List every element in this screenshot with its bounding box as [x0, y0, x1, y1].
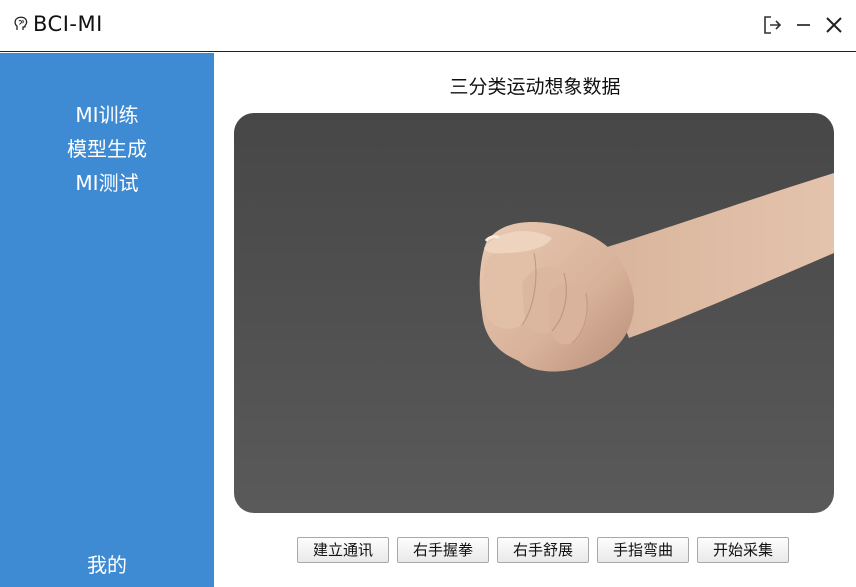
sidebar: MI训练 模型生成 MI测试 我的 — [0, 53, 214, 587]
clenched-fist-image — [479, 173, 834, 372]
app-title: BCI-MI — [33, 12, 103, 36]
logout-icon[interactable] — [760, 13, 784, 37]
brain-icon — [14, 16, 28, 30]
page-title: 三分类运动想象数据 — [449, 76, 621, 98]
sidebar-item-mine[interactable]: 我的 — [0, 549, 214, 578]
stimulus-display — [234, 113, 834, 513]
title-bar: BCI-MI — [0, 0, 856, 52]
sidebar-item-model-generation[interactable]: 模型生成 — [0, 133, 214, 162]
right-hand-stretch-button[interactable]: 右手舒展 — [497, 537, 589, 563]
start-acquisition-button[interactable]: 开始采集 — [697, 537, 789, 563]
right-fist-button[interactable]: 右手握拳 — [397, 537, 489, 563]
main-panel: 三分类运动想象数据 建立通讯 右手握拳 右手舒展 手指弯曲 开始采集 — [214, 53, 856, 587]
sidebar-item-mi-test[interactable]: MI测试 — [0, 167, 214, 196]
close-icon[interactable] — [822, 13, 846, 37]
action-button-row: 建立通讯 右手握拳 右手舒展 手指弯曲 开始采集 — [297, 537, 856, 563]
sidebar-item-mi-training[interactable]: MI训练 — [0, 99, 214, 128]
establish-connection-button[interactable]: 建立通讯 — [297, 537, 389, 563]
finger-bend-button[interactable]: 手指弯曲 — [597, 537, 689, 563]
minimize-icon[interactable] — [792, 13, 816, 37]
